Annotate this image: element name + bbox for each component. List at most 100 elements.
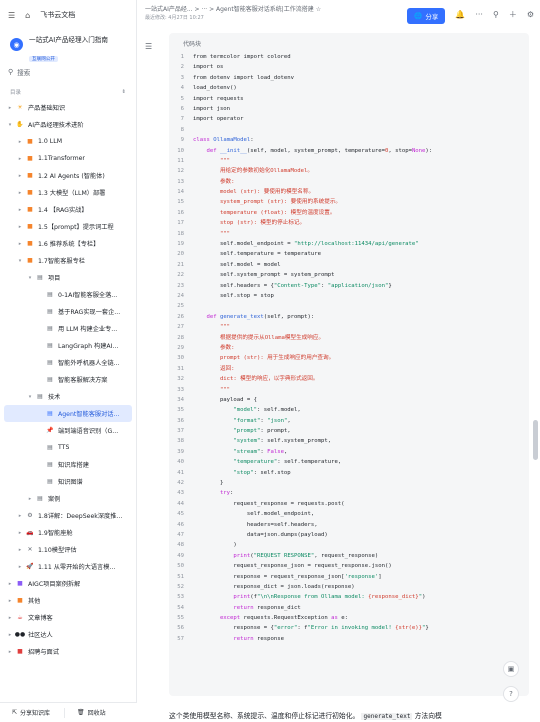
code-token: return xyxy=(193,604,257,611)
help-icon[interactable]: ? xyxy=(503,686,519,702)
tree-item[interactable]: ▸ ■ 招聘与面试 xyxy=(0,643,136,660)
search-doc-icon[interactable]: ⚲ xyxy=(493,10,499,19)
search-input[interactable]: ⚲ 搜索 xyxy=(8,64,128,79)
chevron-down-icon[interactable]: ▾ xyxy=(6,122,14,128)
code-token: data=json.dumps(payload) xyxy=(193,531,328,538)
tree-item-label: TTS xyxy=(58,444,70,451)
tree-item[interactable]: ▸ ☀ 产品基础知识 xyxy=(0,99,136,116)
tree-item-label: 1.6 推荐系统【专栏】 xyxy=(38,241,100,248)
tree-item[interactable]: ▾ ▤ 技术 xyxy=(0,388,136,405)
add-icon[interactable]: ＋ xyxy=(509,9,517,20)
chevron-right-icon[interactable]: ▸ xyxy=(16,564,24,570)
chevron-down-icon[interactable]: ▾ xyxy=(16,258,24,264)
outline-toggle-icon[interactable]: ☰ xyxy=(145,42,152,51)
tree-item[interactable]: ▸ ■ 1.0 LLM xyxy=(0,133,136,150)
line-number: 1 xyxy=(180,54,184,60)
more-icon[interactable]: ··· xyxy=(475,10,483,19)
code-token: 参数: xyxy=(193,178,235,185)
tree-item[interactable]: ▤ Agent智能客服对话... xyxy=(4,405,132,422)
comment-float-icon[interactable]: ▣ xyxy=(503,661,519,677)
code-line: 30 prompt (str): 用于生成响应的用户查询。 xyxy=(169,353,529,363)
code-text: payload = { xyxy=(193,395,257,405)
tree-item[interactable]: ▤ 用 LLM 构建企业专... xyxy=(0,320,136,337)
code-line: 26 def generate_text(self, prompt): xyxy=(169,312,529,322)
tree-item[interactable]: ▸ ■ 1.3 大模型（LLM）部署 xyxy=(0,184,136,201)
tree-item[interactable]: ▤ TTS xyxy=(0,439,136,456)
chevron-right-icon[interactable]: ▸ xyxy=(16,547,24,553)
tree-item[interactable]: ▾ ✋ AI产品经理技术进阶 xyxy=(0,116,136,133)
settings-icon[interactable]: ⚙ xyxy=(527,10,534,19)
tree-item-icon: 📌 xyxy=(46,427,54,434)
tree-item[interactable]: ▤ LangGraph 构建AI... xyxy=(0,337,136,354)
tree-item[interactable]: ▸ ■ 其他 xyxy=(0,592,136,609)
chevron-right-icon[interactable]: ▸ xyxy=(16,513,24,519)
chevron-right-icon[interactable]: ▸ xyxy=(16,207,24,213)
chevron-right-icon[interactable]: ▸ xyxy=(16,190,24,196)
home-icon[interactable]: ⌂ xyxy=(25,11,30,20)
code-token: 返回: xyxy=(193,365,235,372)
chevron-right-icon[interactable]: ▸ xyxy=(26,496,34,502)
sidebar-toggle-icon[interactable]: ☰ xyxy=(8,11,15,20)
chevron-right-icon[interactable]: ▸ xyxy=(6,598,14,604)
chevron-right-icon[interactable]: ▸ xyxy=(6,581,14,587)
tree-item[interactable]: ▸ ⚙ 1.8详解：DeepSeek深度推... xyxy=(0,507,136,524)
tree-item[interactable]: ▸ 🚀 1.11 从零开始的大语言模... xyxy=(0,558,136,575)
tree-item[interactable]: ▸ ☕ 文章博客 xyxy=(0,609,136,626)
tree-item[interactable]: ▤ 知识图谱 xyxy=(0,473,136,490)
line-number: 24 xyxy=(177,292,184,299)
tree-item[interactable]: ▸ ■ AIGC项目案例拆解 xyxy=(0,575,136,592)
tree-item-icon: ☕ xyxy=(17,614,23,621)
chevron-right-icon[interactable]: ▸ xyxy=(6,649,14,655)
chevron-down-icon[interactable]: ▾ xyxy=(26,275,34,281)
code-text: try: xyxy=(193,488,233,498)
tree-item[interactable]: ▸ ●● 社区达人 xyxy=(0,626,136,643)
line-number: 3 xyxy=(180,74,184,81)
chevron-right-icon[interactable]: ▸ xyxy=(16,139,24,145)
chevron-right-icon[interactable]: ▸ xyxy=(6,615,14,621)
tree-item[interactable]: ▸ 🚗 1.9智能座舱 xyxy=(0,524,136,541)
chevron-right-icon[interactable]: ▸ xyxy=(6,632,14,638)
tree-item[interactable]: ▸ ■ 1.1Transformer xyxy=(0,150,136,167)
app-name[interactable]: 飞书云文档 xyxy=(40,10,75,20)
code-text: self.model_endpoint, xyxy=(193,509,314,519)
space-header[interactable]: ◉ 一站式AI产品经理入门指南 互联网公开 xyxy=(0,30,136,64)
tree-item[interactable]: ▸ ■ 1.4 【RAG实战】 xyxy=(0,201,136,218)
share-button[interactable]: 🌐 分享 xyxy=(407,8,446,24)
trash-button[interactable]: 🗑 回收站 xyxy=(65,708,106,717)
chevron-down-icon[interactable]: ▾ xyxy=(26,394,34,400)
breadcrumb[interactable]: 一站式AI产品经... > ··· > Agent智能客服对话系统|工作流搭建 … xyxy=(145,6,407,14)
chevron-right-icon[interactable]: ▸ xyxy=(16,224,24,230)
notification-icon[interactable]: 🔔 xyxy=(455,10,465,19)
chevron-right-icon[interactable]: ▸ xyxy=(16,530,24,536)
code-text: headers=self.headers, xyxy=(193,520,318,530)
code-token: 用给定的参数初始化OllamaModel。 xyxy=(193,168,313,175)
tree-item[interactable]: ▤ 基于RAG实现一套企... xyxy=(0,303,136,320)
code-block[interactable]: 代码块 1 from termcolor import colored 2 impor… xyxy=(169,33,529,696)
tree-item[interactable]: ▸ ■ 1.2 AI Agents (智能体) xyxy=(0,167,136,184)
chevron-right-icon[interactable]: ▸ xyxy=(16,156,24,162)
code-token: generate_text xyxy=(219,313,264,320)
tree-item[interactable]: ▾ ■ 1.7智能客服专栏 xyxy=(0,252,136,269)
tree-item[interactable]: ▸ ■ 1.5【prompt】提示词工程 xyxy=(0,218,136,235)
tree-item[interactable]: ▾ ▤ 项目 xyxy=(0,269,136,286)
tree-item[interactable]: ▸ ✕ 1.10模型评估 xyxy=(0,541,136,558)
share-knowledge-button[interactable]: ⇱ 分享知识库 xyxy=(0,708,50,717)
line-number: 32 xyxy=(177,376,184,383)
line-number: 27 xyxy=(177,324,184,331)
tree-item[interactable]: ▸ ▤ 案例 xyxy=(0,490,136,507)
tree-item[interactable]: 📌 端到端语音识别（G... xyxy=(0,422,136,439)
tree-item[interactable]: ▤ 0-1AI智能客服全落... xyxy=(0,286,136,303)
line-number: 53 xyxy=(177,594,184,601)
code-token: : f xyxy=(297,625,308,632)
chevron-right-icon[interactable]: ▸ xyxy=(6,105,14,111)
tree-item[interactable]: ▤ 智能客服解决方案 xyxy=(0,371,136,388)
tree-item[interactable]: ▤ 知识库搭建 xyxy=(0,456,136,473)
scrollbar[interactable] xyxy=(533,420,538,460)
tree-item[interactable]: ▸ ■ 1.6 推荐系统【专栏】 xyxy=(0,235,136,252)
code-line: 43 try: xyxy=(169,488,529,498)
chevron-right-icon[interactable]: ▸ xyxy=(16,241,24,247)
tree-item[interactable]: ▤ 智能外呼机器人全链... xyxy=(0,354,136,371)
chevron-right-icon[interactable]: ▸ xyxy=(16,173,24,179)
space-logo-icon: ◉ xyxy=(10,38,23,51)
collapse-all-icon[interactable]: ⇟ xyxy=(121,89,126,95)
